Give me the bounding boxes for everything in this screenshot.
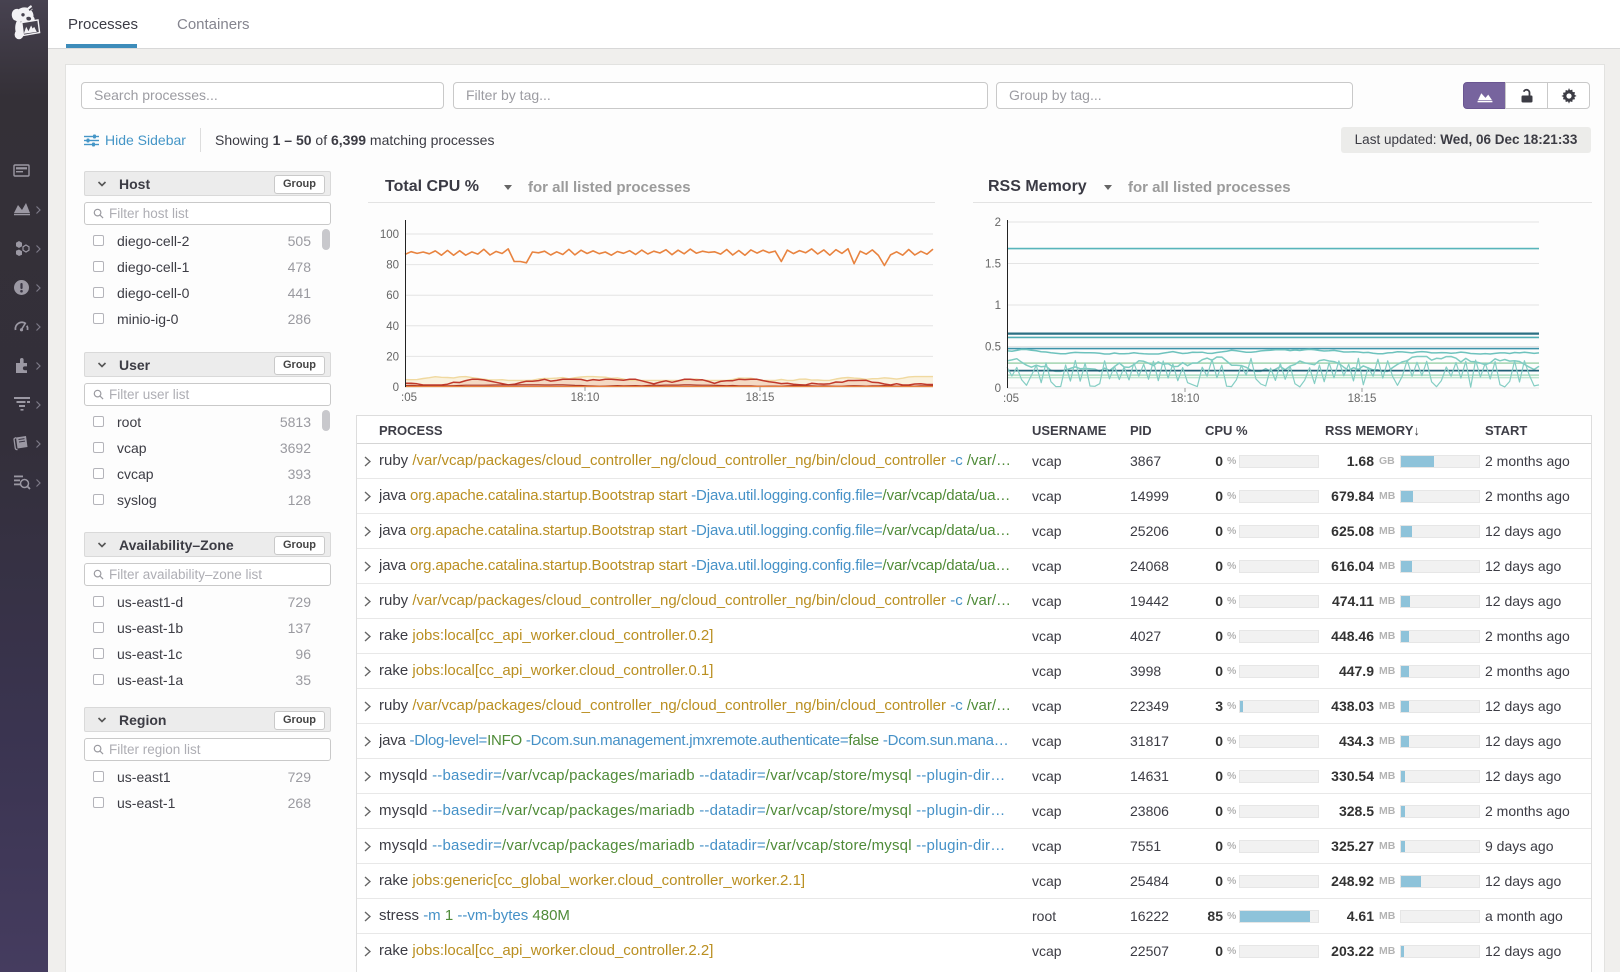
svg-text:2: 2 <box>995 217 1001 229</box>
svg-text:18:15: 18:15 <box>1348 393 1377 405</box>
svg-text:0: 0 <box>995 383 1001 395</box>
svg-text:20: 20 <box>386 351 399 363</box>
svg-text::05: :05 <box>401 392 417 404</box>
svg-text:0: 0 <box>393 382 399 394</box>
svg-text:18:10: 18:10 <box>1171 393 1200 405</box>
svg-text:18:15: 18:15 <box>746 392 775 404</box>
svg-text::05: :05 <box>1003 393 1019 405</box>
svg-text:60: 60 <box>386 290 399 302</box>
svg-text:1.5: 1.5 <box>985 259 1001 271</box>
svg-text:80: 80 <box>386 260 399 272</box>
svg-text:1: 1 <box>995 300 1001 312</box>
svg-text:40: 40 <box>386 321 399 333</box>
svg-text:0.5: 0.5 <box>985 342 1001 354</box>
svg-text:18:10: 18:10 <box>571 392 600 404</box>
svg-text:100: 100 <box>380 229 399 241</box>
